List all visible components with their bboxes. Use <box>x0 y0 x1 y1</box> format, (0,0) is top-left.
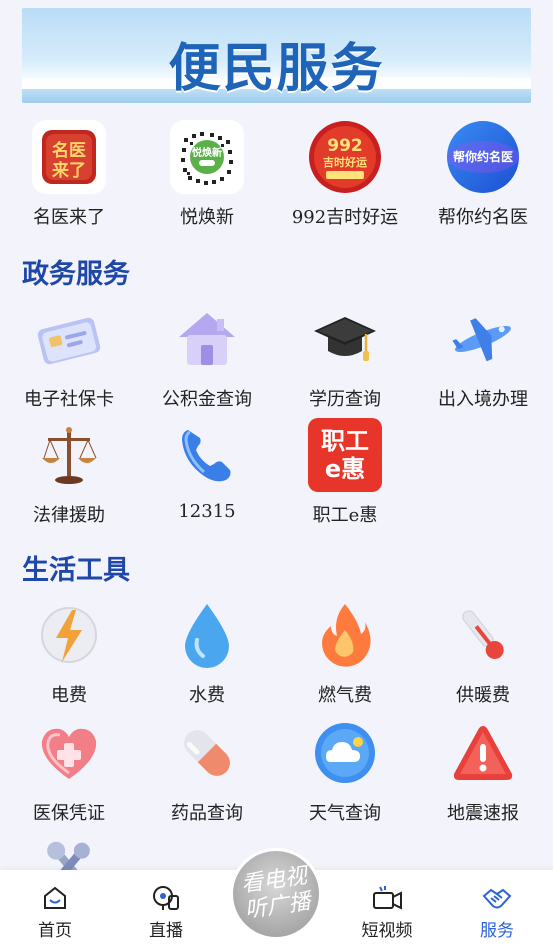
nav-service-label: 服务 <box>480 921 514 941</box>
featured-label: 992吉时好运 <box>291 207 399 228</box>
life-label: 供暖费 <box>456 685 510 706</box>
svg-text:悦焕新: 悦焕新 <box>192 146 222 159</box>
life-grid-row2: 医保凭证 药品查询 天气查询 地震速报 <box>0 716 553 825</box>
gov-label: 学历查询 <box>309 389 381 410</box>
featured-item-992[interactable]: 992 吉时好运 992吉时好运 <box>276 120 414 229</box>
gov-section-title: 政务服务 <box>22 259 130 290</box>
gov-label: 职工e惠 <box>312 505 378 526</box>
life-label: 药品查询 <box>171 803 243 824</box>
life-grid-row1: 电费 水费 燃气费 供暖费 <box>0 598 553 707</box>
life-item-repair-partial[interactable] <box>34 836 104 870</box>
live-broadcast-icon <box>153 886 179 910</box>
gov-label: 公积金查询 <box>162 389 252 410</box>
worker-benefit-logo-line2: e惠 <box>324 455 366 483</box>
gov-grid-row1: 电子社保卡 公积金查询 学历查询 出入境办理 <box>0 302 553 411</box>
weather-icon <box>308 716 382 790</box>
airplane-icon <box>446 302 520 376</box>
featured-label: 悦焕新 <box>180 207 234 228</box>
life-item-gas[interactable]: 燃气费 <box>276 598 414 707</box>
thermometer-icon <box>446 598 520 672</box>
featured-label: 帮你约名医 <box>438 207 528 228</box>
gov-item-social-card[interactable]: 电子社保卡 <box>0 302 138 411</box>
svg-text:吉时好运: 吉时好运 <box>323 155 367 169</box>
gov-grid-row2: 法律援助 12315 职工 e惠 职工e惠 <box>0 418 553 527</box>
scales-icon <box>32 418 106 492</box>
warning-triangle-icon <box>446 716 520 790</box>
life-item-medical-insurance[interactable]: 医保凭证 <box>0 716 138 825</box>
featured-item-mingyi[interactable]: 名医 来了 名医来了 <box>0 120 138 229</box>
graduation-cap-icon <box>308 302 382 376</box>
featured-label: 名医来了 <box>33 207 105 228</box>
tv-radio-center-button[interactable]: 看电视 听广播 <box>230 848 322 940</box>
nav-short-video-label: 短视频 <box>361 921 413 941</box>
gov-item-housing-fund[interactable]: 公积金查询 <box>138 302 276 411</box>
home-icon <box>44 886 66 909</box>
svg-text:帮你约名医: 帮你约名医 <box>453 149 513 164</box>
life-label: 水费 <box>189 685 225 706</box>
gov-item-legal-aid[interactable]: 法律援助 <box>0 418 138 527</box>
doctor-appointment-icon: 帮你约名医 <box>446 120 520 194</box>
svg-text:名医: 名医 <box>52 140 86 161</box>
gov-item-worker-benefit[interactable]: 职工 e惠 职工e惠 <box>276 418 414 527</box>
life-label: 电费 <box>51 685 87 706</box>
id-card-icon <box>32 302 106 376</box>
gov-item-12315[interactable]: 12315 <box>138 418 276 527</box>
life-item-water[interactable]: 水费 <box>138 598 276 707</box>
svg-text:992: 992 <box>327 136 363 156</box>
life-label: 医保凭证 <box>33 803 105 824</box>
life-item-weather[interactable]: 天气查询 <box>276 716 414 825</box>
famous-doctor-logo-icon: 名医 来了 <box>32 120 106 194</box>
life-section-title: 生活工具 <box>22 555 130 586</box>
life-item-electricity[interactable]: 电费 <box>0 598 138 707</box>
gov-label: 12315 <box>178 501 236 522</box>
bottom-nav: 首页 直播 看电视 听广播 短视频 服务 <box>0 848 553 952</box>
nav-home-label: 首页 <box>38 921 72 941</box>
center-button-text: 看电视 听广播 <box>240 864 313 925</box>
worker-benefit-logo-icon: 职工 e惠 <box>308 418 382 492</box>
heart-cross-icon <box>32 716 106 790</box>
lightning-icon <box>32 598 106 672</box>
life-item-heating[interactable]: 供暖费 <box>414 598 552 707</box>
capsule-icon <box>170 716 244 790</box>
featured-item-yuehuanxin[interactable]: 悦焕新 悦焕新 <box>138 120 276 229</box>
qr-code-icon: 悦焕新 <box>170 120 244 194</box>
nav-home[interactable]: 首页 <box>10 884 100 941</box>
wrench-tools-icon <box>47 841 90 870</box>
banner-title: 便民服务 <box>168 39 385 99</box>
flame-icon <box>308 598 382 672</box>
nav-live[interactable]: 直播 <box>121 884 211 941</box>
life-item-medicine[interactable]: 药品查询 <box>138 716 276 825</box>
worker-benefit-logo-line1: 职工 <box>321 427 369 455</box>
life-label: 燃气费 <box>318 685 372 706</box>
life-label: 地震速报 <box>447 803 519 824</box>
gov-label: 法律援助 <box>33 505 105 526</box>
svg-text:来了: 来了 <box>51 160 86 181</box>
nav-service[interactable]: 服务 <box>452 884 542 941</box>
video-camera-icon <box>373 886 402 910</box>
lucky-992-icon: 992 吉时好运 <box>308 120 382 194</box>
water-drop-icon <box>170 598 244 672</box>
gov-label: 出入境办理 <box>438 389 528 410</box>
life-label: 天气查询 <box>309 803 381 824</box>
nav-live-label: 直播 <box>149 921 183 941</box>
featured-item-bangniyue[interactable]: 帮你约名医 帮你约名医 <box>414 120 552 229</box>
phone-icon <box>170 418 244 492</box>
featured-grid: 名医 来了 名医来了 悦焕新 悦焕新 992 吉时好运 992吉时好运 帮你约名… <box>0 120 553 229</box>
service-banner: 便民服务 <box>22 8 531 103</box>
nav-short-video[interactable]: 短视频 <box>342 884 432 941</box>
handshake-icon <box>482 888 512 909</box>
house-icon <box>170 302 244 376</box>
life-item-earthquake[interactable]: 地震速报 <box>414 716 552 825</box>
gov-label: 电子社保卡 <box>24 389 114 410</box>
gov-item-immigration[interactable]: 出入境办理 <box>414 302 552 411</box>
gov-item-education[interactable]: 学历查询 <box>276 302 414 411</box>
